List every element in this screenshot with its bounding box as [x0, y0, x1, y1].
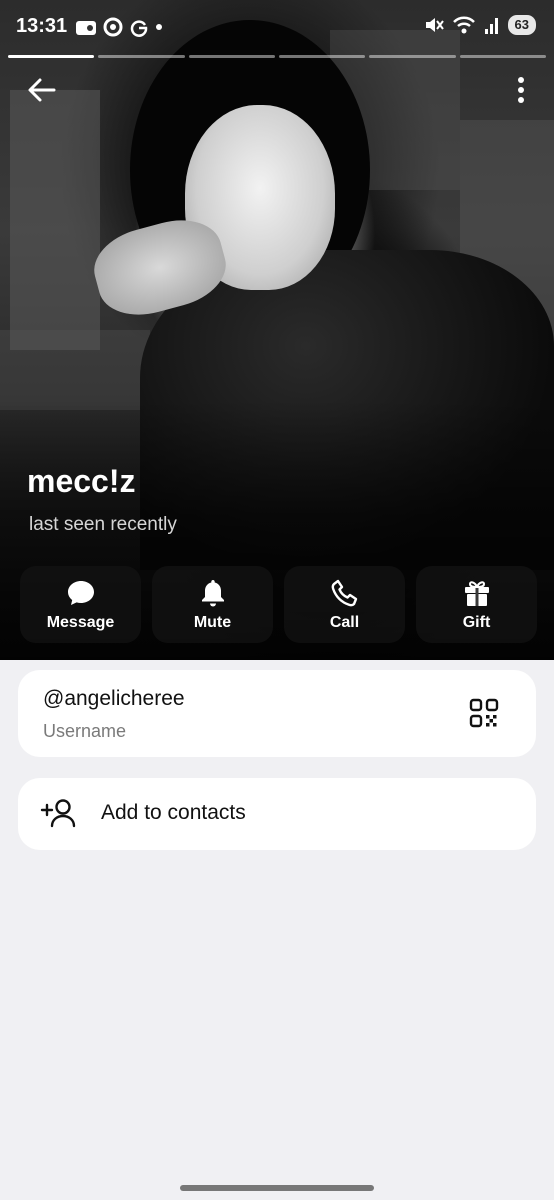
action-buttons: Message Mute Call Gift	[20, 566, 537, 643]
add-to-contacts-button[interactable]: Add to contacts	[18, 778, 536, 850]
gift-label: Gift	[462, 613, 491, 631]
qr-code-icon[interactable]	[469, 698, 499, 728]
status-time: 13:31	[16, 15, 68, 37]
gift-button[interactable]: Gift	[416, 566, 537, 643]
circle-icon	[103, 17, 123, 37]
gift-icon	[464, 580, 489, 606]
back-arrow-icon[interactable]	[26, 74, 58, 106]
username-card[interactable]: @angelicheree Username	[18, 670, 536, 757]
story-progress-segment	[369, 55, 456, 58]
story-progress	[8, 55, 546, 58]
home-indicator[interactable]	[180, 1185, 374, 1191]
status-bar: 13:31 63	[0, 0, 554, 54]
mute-button[interactable]: Mute	[152, 566, 273, 643]
more-options-icon[interactable]	[516, 76, 526, 104]
last-seen-status: last seen recently	[29, 514, 177, 535]
dot-icon	[156, 24, 162, 30]
battery-icon: 63	[507, 15, 536, 35]
mute-icon	[425, 18, 444, 32]
add-person-icon	[40, 799, 76, 828]
story-progress-segment	[8, 55, 95, 58]
call-button[interactable]: Call	[284, 566, 405, 643]
story-progress-segment	[278, 55, 366, 58]
profile-name: mecc!z	[27, 463, 136, 499]
bell-icon	[201, 579, 224, 606]
story-progress-segment	[188, 55, 275, 58]
add-to-contacts-label: Add to contacts	[101, 801, 246, 824]
username-value: @angelicheree	[43, 687, 185, 710]
wifi-icon	[452, 16, 475, 34]
story-progress-segment	[459, 55, 546, 58]
profile-photo[interactable]	[0, 0, 554, 660]
message-button[interactable]: Message	[20, 566, 141, 643]
message-icon	[67, 580, 94, 605]
username-label: Username	[43, 721, 127, 741]
signal-icon	[484, 18, 498, 34]
gallery-icon	[76, 21, 96, 35]
message-label: Message	[46, 613, 115, 631]
story-progress-segment	[98, 55, 185, 58]
phone-icon	[331, 579, 357, 606]
mute-label: Mute	[193, 613, 232, 631]
google-icon	[130, 20, 148, 37]
call-label: Call	[329, 613, 360, 631]
